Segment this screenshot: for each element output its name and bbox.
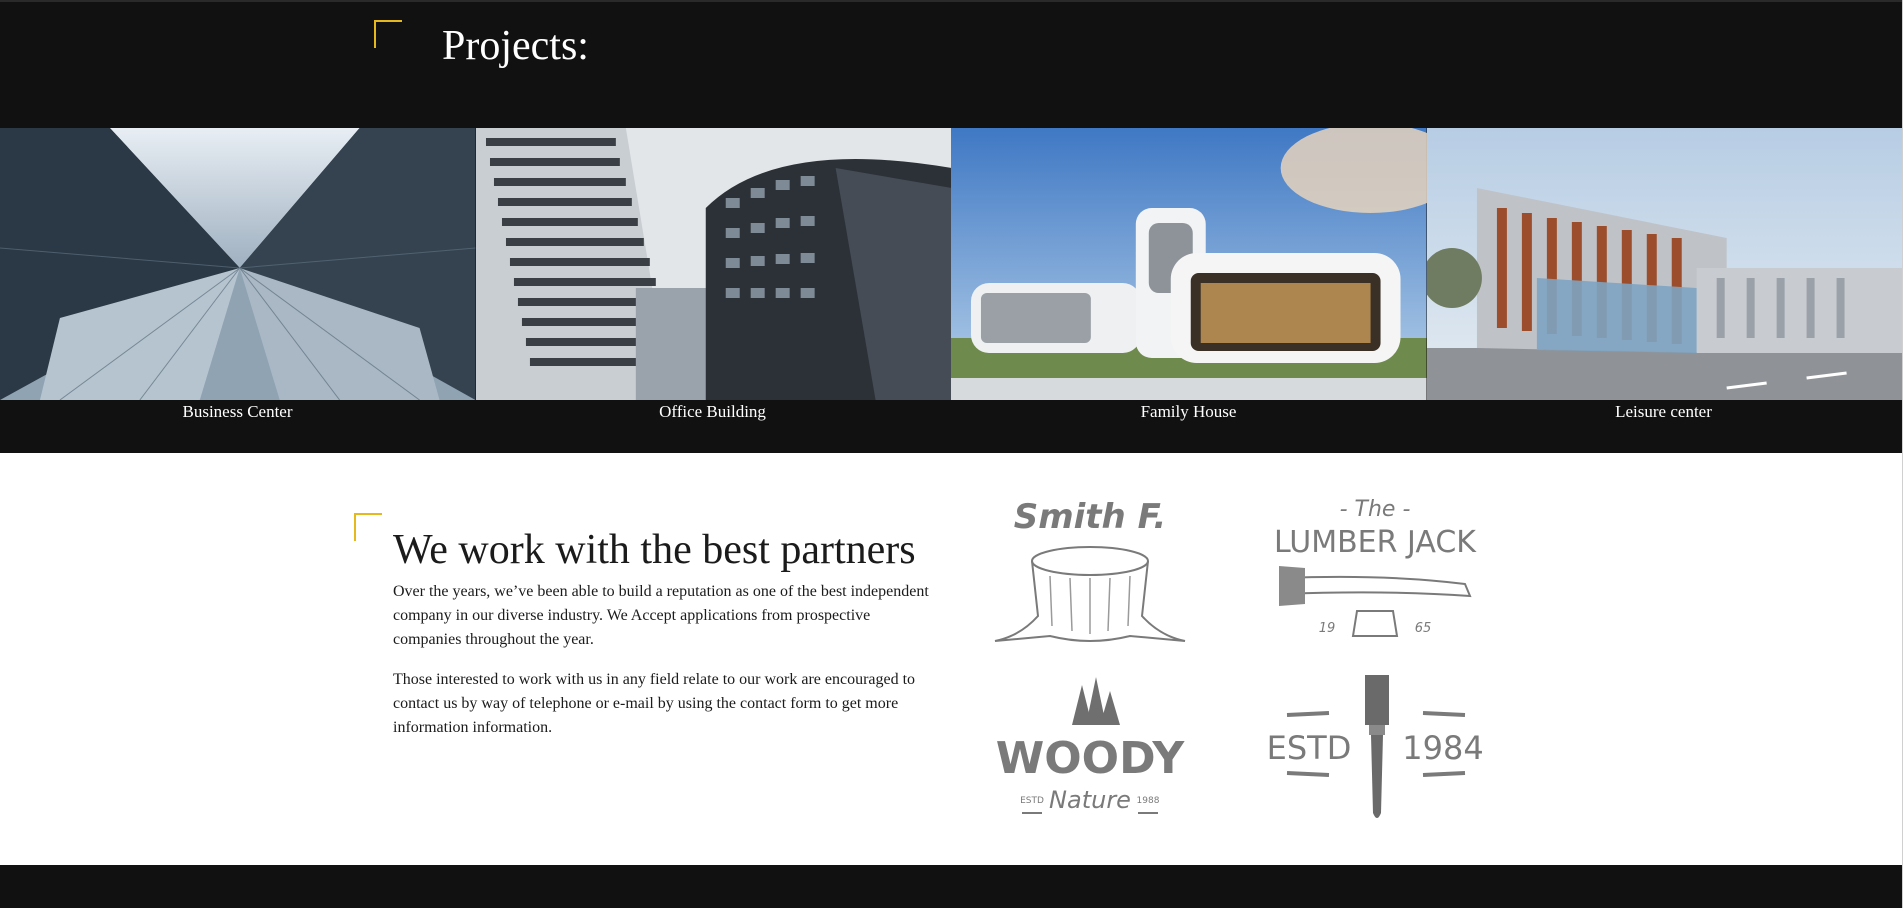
woody-logo-name: WOODY [996,733,1186,784]
lumber-logo-year-a: 19 [1319,621,1336,636]
partners-description: Over the years, we’ve been able to build… [393,580,938,756]
project-caption-family-house[interactable]: Family House [951,402,1426,422]
project-card-leisure-center[interactable] [1426,128,1902,400]
woody-logo-year: 1988 [1137,796,1160,806]
business-center-image [0,128,476,400]
partner-logo-woody: WOODY ESTD Nature 1988 [980,663,1200,833]
project-caption-business-center[interactable]: Business Center [0,402,475,422]
partners-title: We work with the best partners [393,527,916,573]
partner-logo-smith: Smith F. [980,486,1200,656]
corner-accent [374,20,402,48]
project-caption-leisure-center[interactable]: Leisure center [1426,402,1901,422]
partners-paragraph-2: Those interested to work with us in any … [393,671,916,736]
project-card-family-house[interactable] [951,128,1427,400]
partner-logo-estd-1984: ESTD 1984 [1265,663,1485,833]
projects-section: Projects: Business Center Office Buildin… [0,0,1902,453]
partners-section: We work with the best partners Over the … [0,453,1902,865]
projects-gallery [0,128,1902,400]
smith-logo-text: Smith F. [1014,497,1167,537]
lumber-logo-top: - The - [1340,497,1411,522]
lumber-logo-year-b: 65 [1415,621,1432,636]
partner-logo-lumber-jack: - The - LUMBER JACK 19 65 [1265,486,1485,656]
family-house-image [951,128,1427,400]
office-building-image [475,128,951,400]
footer-bar [0,865,1902,908]
project-caption-office-building[interactable]: Office Building [475,402,950,422]
woody-logo-sub: Nature [1049,786,1131,814]
lumber-logo-name: LUMBER JACK [1274,525,1477,560]
leisure-center-image [1426,128,1902,400]
page: Projects: Business Center Office Buildin… [0,0,1903,908]
projects-title: Projects: [442,23,589,69]
estd-logo-left: ESTD [1267,729,1352,767]
estd-logo-right: 1984 [1402,729,1483,767]
project-card-business-center[interactable] [0,128,476,400]
project-card-office-building[interactable] [475,128,951,400]
partners-paragraph-1: Over the years, we’ve been able to build… [393,583,929,648]
corner-accent [354,513,382,541]
woody-logo-estd: ESTD [1020,796,1044,806]
